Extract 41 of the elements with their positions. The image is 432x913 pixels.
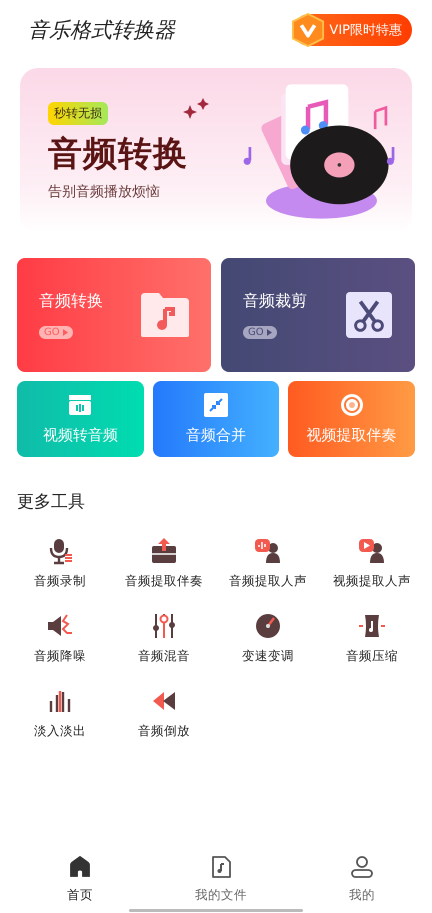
tool-item[interactable]: 音频提取伴奏 (112, 537, 216, 590)
banner-tag: 秒转无损 (48, 102, 108, 124)
feature-card[interactable]: 音频裁剪 GO (221, 258, 415, 372)
card-label: 音频合并 (186, 426, 246, 445)
merge-arrows-icon (204, 393, 228, 417)
app-title: 音乐格式转换器 (28, 17, 175, 44)
mixer-sliders-icon (150, 612, 178, 640)
disc-icon (340, 393, 364, 417)
tool-item[interactable]: 淡入淡出 (8, 687, 112, 740)
tab-item[interactable]: 我的文件 (181, 855, 261, 904)
tab-item[interactable]: 首页 (40, 855, 120, 904)
video-person-icon (358, 537, 386, 565)
tool-item[interactable]: 音频降噪 (8, 612, 112, 665)
tool-item[interactable]: 音频录制 (8, 537, 112, 590)
banner-title: 音频转换 (48, 132, 188, 176)
tool-item[interactable]: 音频压缩 (320, 612, 424, 665)
card-title: 音频转换 (39, 291, 103, 312)
card-label: 视频提取伴奏 (306, 426, 397, 445)
music-file-icon (209, 855, 233, 879)
scissors-icon (345, 292, 393, 338)
tab-item[interactable]: 我的 (322, 855, 402, 904)
user-icon (350, 855, 374, 879)
video-clip-icon (68, 393, 92, 417)
music-folder-icon (141, 292, 189, 338)
tool-item[interactable]: 音频混音 (112, 612, 216, 665)
upload-box-icon (150, 537, 178, 565)
tool-item[interactable]: 音频倒放 (112, 687, 216, 740)
banner-subtitle: 告别音频播放烦恼 (48, 182, 160, 200)
card-title: 音频裁剪 (243, 291, 307, 312)
home-icon (68, 855, 92, 879)
shield-icon (291, 13, 326, 47)
card-label: 视频转音频 (42, 426, 118, 445)
tool-item[interactable]: 音频提取人声 (216, 537, 320, 590)
tool-item[interactable]: 变速变调 (216, 612, 320, 665)
go-badge: GO (243, 326, 277, 339)
voice-person-icon (254, 537, 282, 565)
dial-icon (254, 612, 282, 640)
go-badge: GO (39, 326, 73, 339)
tool-item[interactable]: 视频提取人声 (320, 537, 424, 590)
compress-icon (358, 612, 386, 640)
section-heading: 更多工具 (17, 491, 86, 513)
